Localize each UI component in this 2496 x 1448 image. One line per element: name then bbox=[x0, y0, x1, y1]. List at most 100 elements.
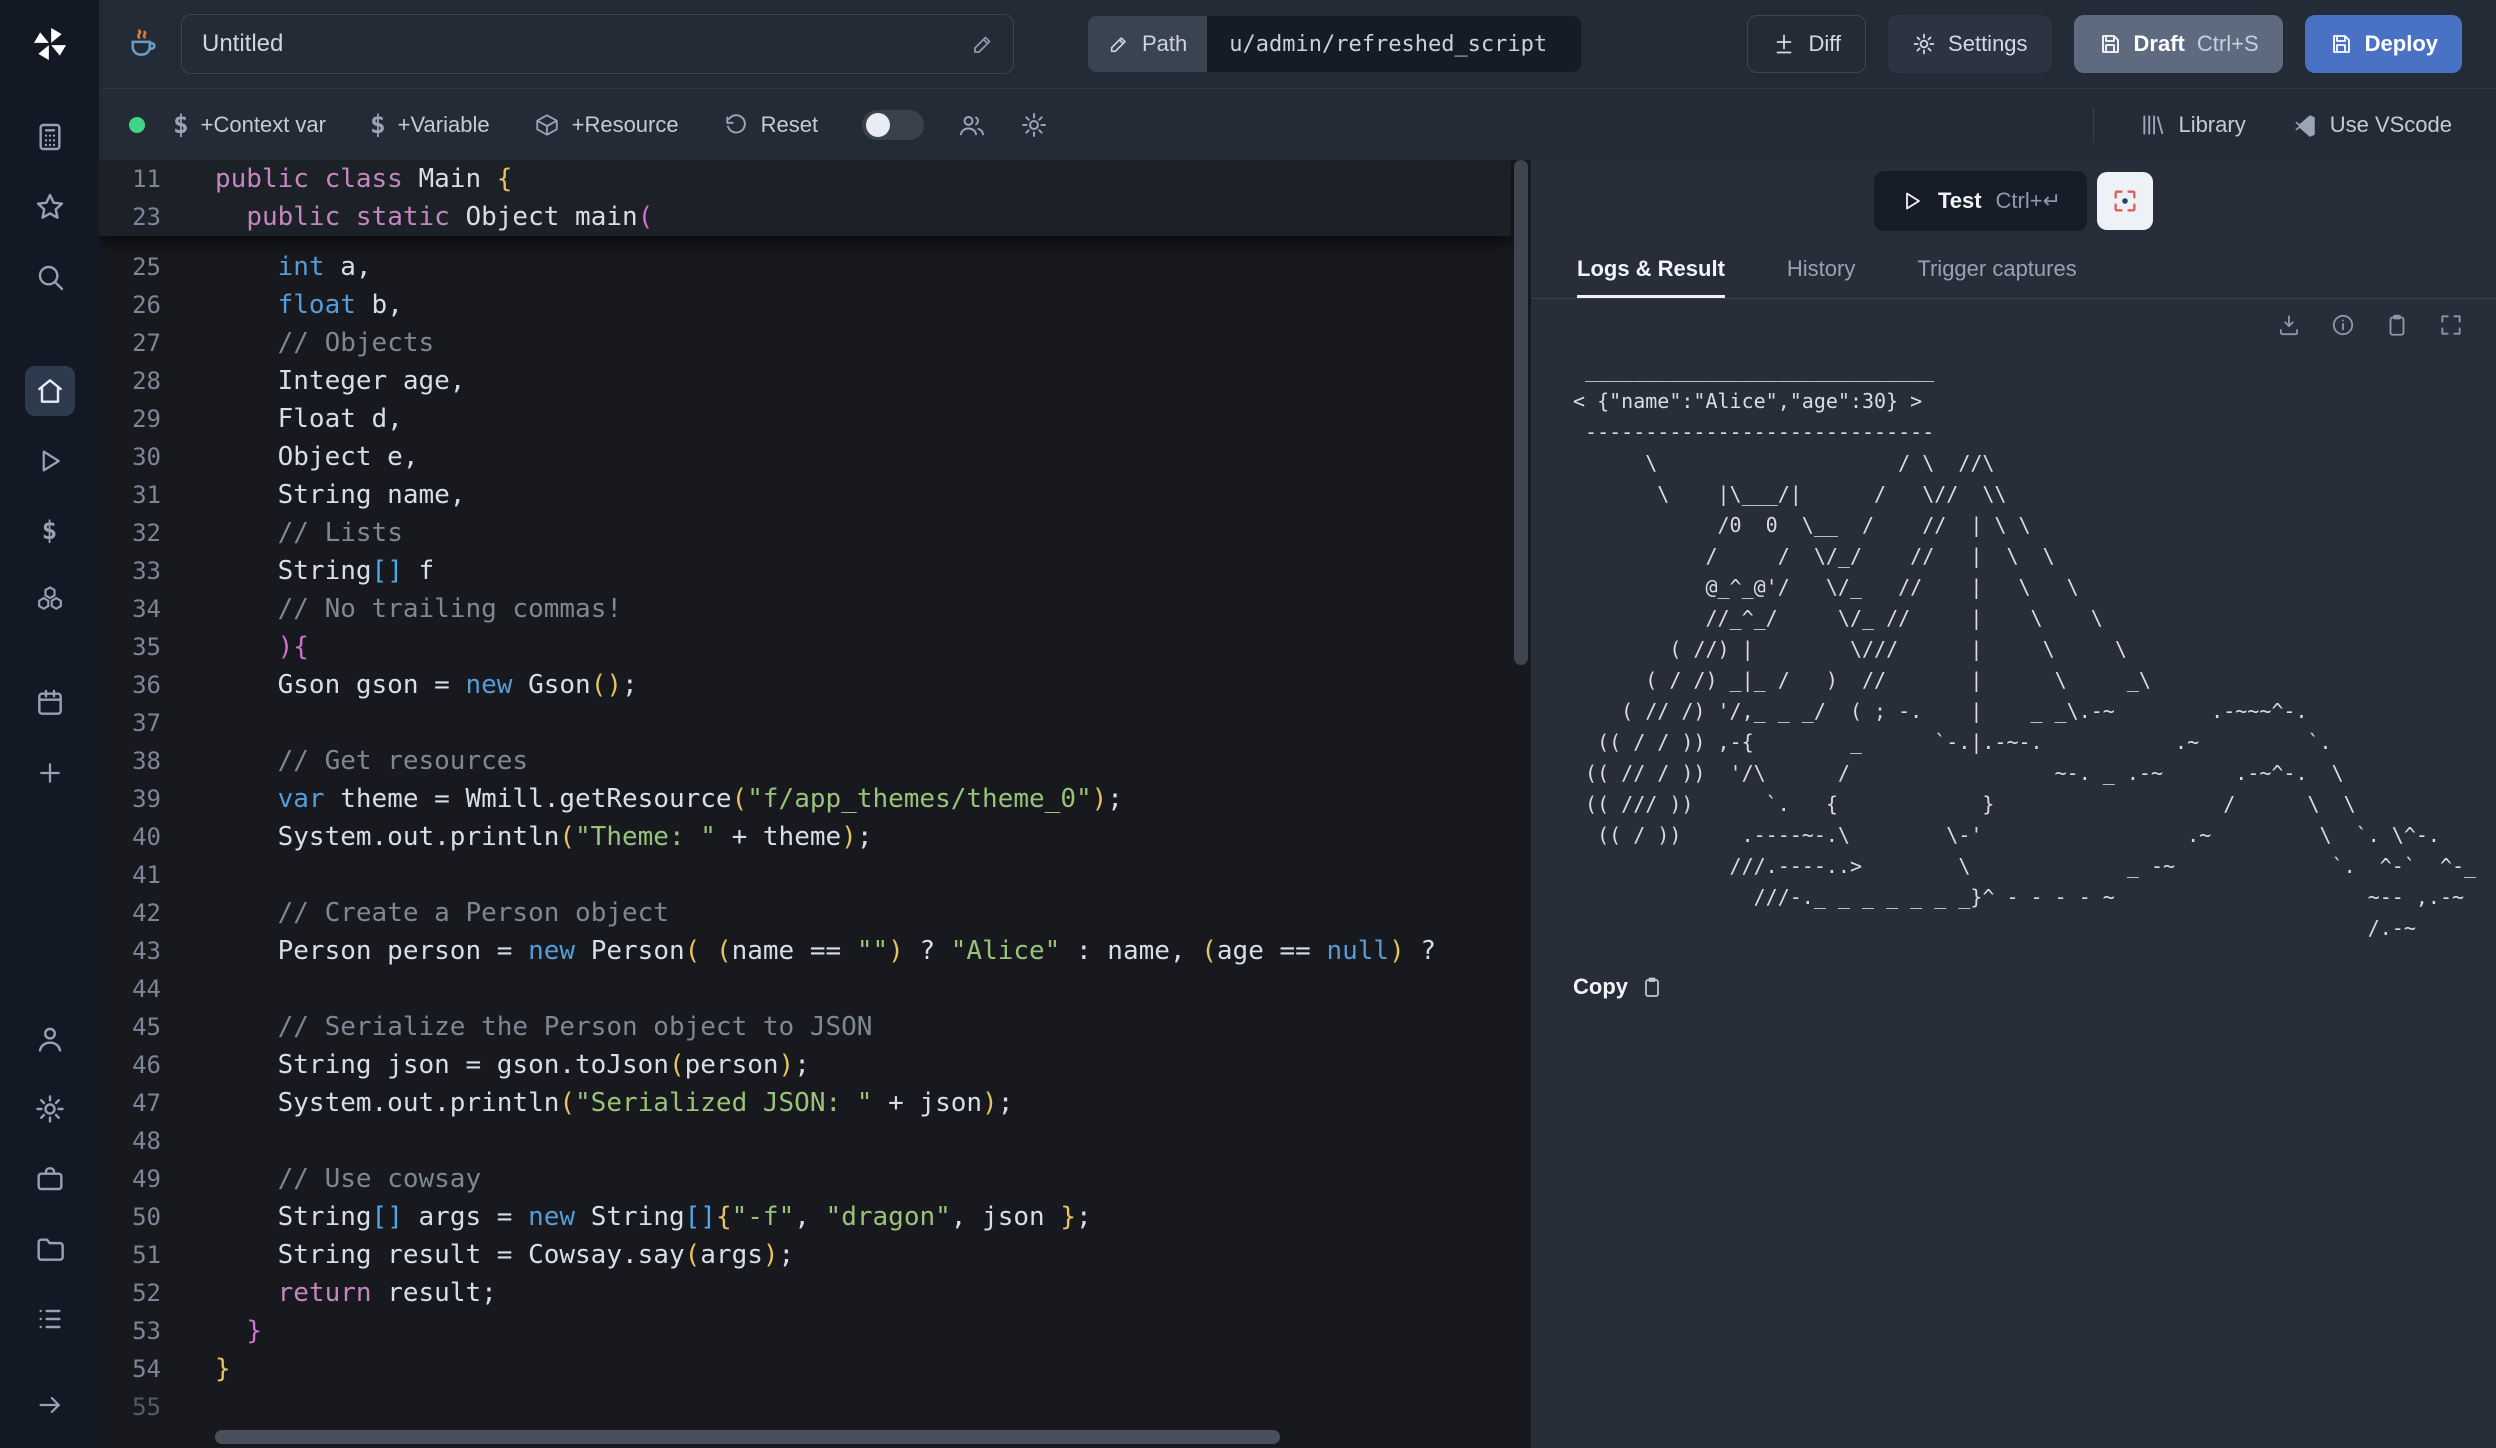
resources-icon bbox=[34, 585, 66, 617]
sidebar-item-runs[interactable] bbox=[25, 436, 75, 486]
tab-history[interactable]: History bbox=[1787, 242, 1855, 298]
status-dot bbox=[129, 117, 145, 133]
tab-logs-result[interactable]: Logs & Result bbox=[1577, 242, 1725, 298]
sidebar-item-resources[interactable] bbox=[25, 576, 75, 626]
test-button[interactable]: Test Ctrl+↵ bbox=[1874, 171, 2087, 231]
diff-mode-toggle[interactable] bbox=[862, 110, 924, 140]
windmill-logo[interactable] bbox=[30, 0, 70, 88]
library-icon bbox=[2140, 112, 2166, 138]
sidebar-item-favorites[interactable] bbox=[25, 182, 75, 232]
settings-button[interactable]: Settings bbox=[1888, 15, 2052, 73]
use-vscode-button[interactable]: Use VScode bbox=[2292, 112, 2452, 138]
draft-button[interactable]: Draft Ctrl+S bbox=[2074, 15, 2283, 73]
sidebar-item-variables[interactable]: $ bbox=[25, 506, 75, 556]
pencil-icon bbox=[1108, 33, 1130, 55]
add-variable-button[interactable]: $ +Variable bbox=[370, 112, 490, 138]
sidebar-item-folders[interactable] bbox=[25, 1224, 75, 1274]
collaborators-button[interactable] bbox=[958, 111, 986, 139]
sidebar-item-add[interactable] bbox=[25, 748, 75, 798]
add-context-var-button[interactable]: $ +Context var bbox=[173, 112, 326, 138]
test-label: Test bbox=[1938, 188, 1982, 214]
main-column: Path Diff Settings bbox=[99, 0, 2496, 1448]
sidebar-item-search[interactable] bbox=[25, 252, 75, 302]
code-line: 50 String[] args = new String[]{"-f", "d… bbox=[99, 1198, 1531, 1236]
capture-icon bbox=[2111, 187, 2139, 215]
code-line: 28 Integer age, bbox=[99, 362, 1531, 400]
code-line: 42 // Create a Person object bbox=[99, 894, 1531, 932]
code-line: 29 Float d, bbox=[99, 400, 1531, 438]
diff-button[interactable]: Diff bbox=[1747, 15, 1866, 73]
horizontal-scrollbar[interactable] bbox=[99, 1426, 1511, 1448]
edit-path-button[interactable]: Path bbox=[1088, 16, 1207, 72]
editor-settings-button[interactable] bbox=[1020, 111, 1048, 139]
tab-trigger-captures[interactable]: Trigger captures bbox=[1917, 242, 2076, 298]
copy-json-button[interactable] bbox=[2384, 312, 2410, 338]
script-title-field[interactable] bbox=[181, 14, 1014, 74]
pencil-icon bbox=[971, 32, 995, 56]
library-button[interactable]: Library bbox=[2140, 112, 2245, 138]
sidebar-item-apps[interactable] bbox=[25, 112, 75, 162]
content: 25 int a,26 float b,27 // Objects28 Inte… bbox=[99, 160, 2496, 1448]
copy-result-button[interactable]: Copy bbox=[1573, 974, 2496, 1000]
code-line: 32 // Lists bbox=[99, 514, 1531, 552]
code-line: 54} bbox=[99, 1350, 1531, 1388]
library-label: Library bbox=[2178, 112, 2245, 138]
calculator-icon bbox=[34, 121, 66, 153]
path-input[interactable] bbox=[1207, 16, 1581, 72]
vscode-icon bbox=[2292, 112, 2318, 138]
sidebar-item-logs[interactable] bbox=[25, 1294, 75, 1344]
package-icon bbox=[534, 112, 560, 138]
code-line: 41 bbox=[99, 856, 1531, 894]
result-output: _____________________________ < {"name":… bbox=[1573, 355, 2496, 944]
vertical-scrollbar[interactable] bbox=[1511, 160, 1531, 1426]
code-line: 51 String result = Cowsay.say(args); bbox=[99, 1236, 1531, 1274]
sidebar-collapse-button[interactable] bbox=[25, 1380, 75, 1430]
topbar: Path Diff Settings bbox=[99, 0, 2496, 88]
sidebar-item-schedules[interactable] bbox=[25, 678, 75, 728]
draft-shortcut: Ctrl+S bbox=[2197, 31, 2259, 57]
result-tabs: Logs & Result History Trigger captures bbox=[1531, 242, 2496, 299]
play-icon bbox=[35, 446, 65, 476]
sidebar: $ bbox=[0, 0, 99, 1448]
sidebar-item-settings[interactable] bbox=[25, 1084, 75, 1134]
sticky-lines: 11public class Main {23 public static Ob… bbox=[99, 160, 1511, 236]
toggle-knob bbox=[866, 113, 890, 137]
result-toolbar bbox=[1531, 299, 2496, 351]
scrollbar-thumb[interactable] bbox=[1514, 160, 1528, 665]
code-lines: 25 int a,26 float b,27 // Objects28 Inte… bbox=[99, 160, 1531, 1426]
expand-icon bbox=[2438, 312, 2464, 338]
gear-icon bbox=[34, 1093, 66, 1125]
edit-title-button[interactable] bbox=[971, 32, 995, 56]
sidebar-item-workers[interactable] bbox=[25, 1154, 75, 1204]
dollar-icon: $ bbox=[370, 112, 386, 138]
editor-toolbar: $ +Context var $ +Variable +Resource bbox=[99, 88, 2496, 160]
sidebar-item-home[interactable] bbox=[25, 366, 75, 416]
person-icon bbox=[34, 1023, 66, 1055]
result-info-button[interactable] bbox=[2330, 312, 2356, 338]
reset-button[interactable]: Reset bbox=[723, 112, 818, 138]
download-result-button[interactable] bbox=[2276, 312, 2302, 338]
deploy-button[interactable]: Deploy bbox=[2305, 15, 2462, 73]
divider bbox=[2093, 108, 2094, 142]
code-editor[interactable]: 25 int a,26 float b,27 // Objects28 Inte… bbox=[99, 160, 1531, 1448]
save-icon bbox=[2329, 32, 2353, 56]
sidebar-item-users[interactable] bbox=[25, 1014, 75, 1064]
path-group: Path bbox=[1088, 16, 1581, 72]
capture-button[interactable] bbox=[2097, 172, 2153, 230]
deploy-label: Deploy bbox=[2365, 31, 2438, 57]
add-resource-button[interactable]: +Resource bbox=[534, 112, 679, 138]
star-icon bbox=[34, 191, 66, 223]
clipboard-icon bbox=[2384, 312, 2410, 338]
test-shortcut: Ctrl+↵ bbox=[1996, 188, 2062, 214]
draft-label: Draft bbox=[2134, 31, 2185, 57]
script-title-input[interactable] bbox=[200, 29, 959, 59]
test-bar: Test Ctrl+↵ bbox=[1531, 160, 2496, 242]
code-line: 34 // No trailing commas! bbox=[99, 590, 1531, 628]
use-vscode-label: Use VScode bbox=[2330, 112, 2452, 138]
scrollbar-thumb[interactable] bbox=[215, 1430, 1280, 1444]
gear-icon bbox=[1912, 32, 1936, 56]
expand-result-button[interactable] bbox=[2438, 312, 2464, 338]
home-icon bbox=[34, 375, 66, 407]
code-line: 23 public static Object main( bbox=[99, 198, 1511, 236]
code-line: 45 // Serialize the Person object to JSO… bbox=[99, 1008, 1531, 1046]
